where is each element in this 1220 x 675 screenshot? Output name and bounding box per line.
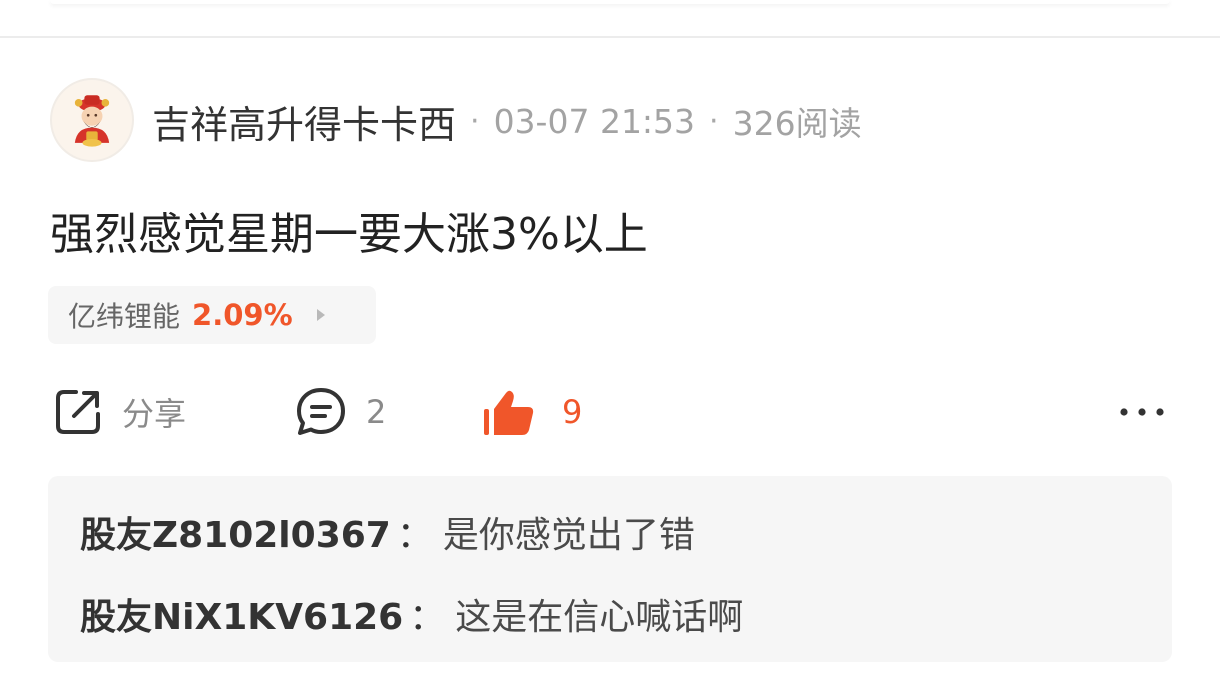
post-timestamp: 03-07 21:53 — [493, 101, 696, 141]
stock-change: 2.09% — [192, 298, 293, 332]
stock-tag[interactable]: 亿纬锂能 2.09% — [48, 286, 376, 344]
comment-button[interactable]: 2 — [294, 380, 386, 444]
meta-separator: · — [709, 103, 719, 139]
caishen-avatar-icon — [74, 95, 110, 147]
reply-list: 股友Z8102l0367：是你感觉出了错 股友NiX1KV6126：这是在信心喊… — [48, 476, 1172, 662]
chevron-right-icon — [316, 309, 325, 321]
thumbs-up-icon — [484, 390, 534, 435]
read-count: 326阅读 — [732, 104, 862, 143]
more-icon — [1120, 408, 1164, 416]
reply-item[interactable]: 股友NiX1KV6126：这是在信心喊话啊 — [80, 588, 743, 640]
comment-count: 2 — [366, 393, 387, 431]
more-button[interactable] — [1118, 380, 1166, 444]
reply-item[interactable]: 股友Z8102l0367：是你感觉出了错 — [80, 506, 695, 558]
stock-name: 亿纬锂能 — [68, 300, 181, 333]
reply-colon: ： — [396, 515, 433, 556]
comment-icon — [297, 388, 345, 435]
reply-colon: ： — [409, 597, 446, 638]
share-icon — [56, 390, 100, 434]
reply-text: 这是在信心喊话啊 — [455, 597, 744, 638]
reply-username[interactable]: 股友Z8102l0367 — [80, 515, 391, 556]
share-button[interactable]: 分享 — [52, 380, 186, 444]
like-button[interactable]: 9 — [482, 380, 582, 444]
avatar[interactable] — [50, 78, 134, 162]
reply-username[interactable]: 股友NiX1KV6126 — [80, 597, 403, 638]
post-card: 吉祥高升得卡卡西 · 03-07 21:53 · 326阅读 强烈感觉星期一要大… — [0, 0, 1220, 675]
reply-text: 是你感觉出了错 — [442, 515, 695, 556]
post-content[interactable]: 强烈感觉星期一要大涨3%以上 — [50, 198, 648, 262]
like-count: 9 — [562, 393, 583, 431]
author-name[interactable]: 吉祥高升得卡卡西 — [152, 94, 456, 149]
share-label: 分享 — [122, 395, 187, 433]
meta-separator: · — [470, 103, 480, 139]
post-meta: 吉祥高升得卡卡西 · 03-07 21:53 · 326阅读 — [152, 94, 862, 149]
